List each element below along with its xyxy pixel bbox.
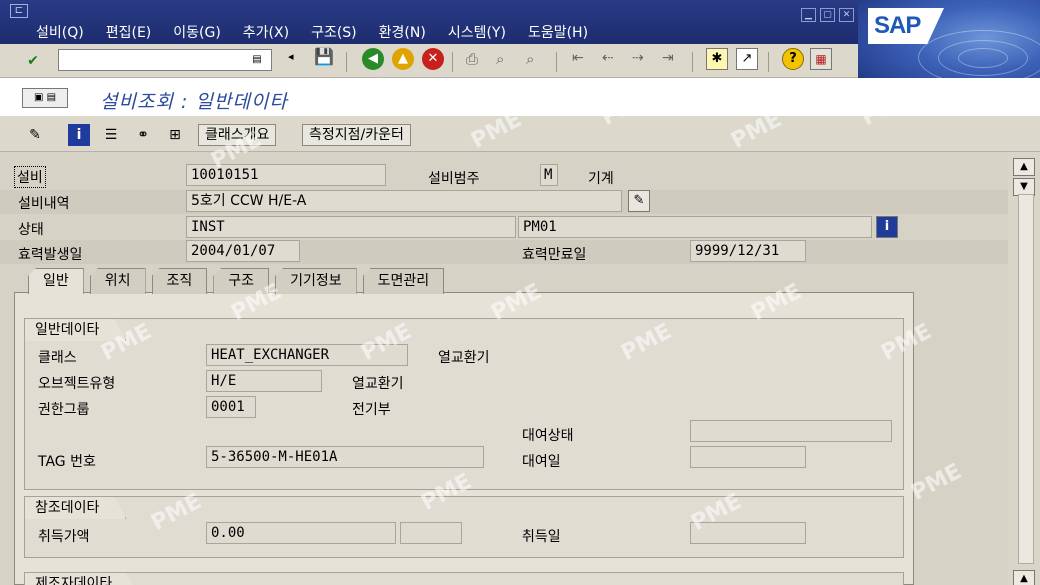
hierarchy-icon[interactable]: ⊞ <box>164 124 186 146</box>
maximize-icon[interactable]: ▢ <box>820 8 835 22</box>
find-icon[interactable]: ⌕ <box>496 50 504 68</box>
cancel-icon[interactable]: ✕ <box>422 48 444 70</box>
tag-number-label: TAG 번호 <box>38 454 96 470</box>
auth-group-text: 전기부 <box>352 402 391 418</box>
sap-logo: SAP <box>868 8 944 44</box>
enter-check-icon[interactable]: ✔ <box>22 50 44 72</box>
rental-status-field[interactable] <box>690 420 892 442</box>
display-change-icon[interactable]: ✎ <box>24 124 46 146</box>
long-text-icon[interactable]: ✎ <box>628 190 650 212</box>
previous-page-icon[interactable]: ⇠ <box>602 50 614 66</box>
menu-edit[interactable]: 편집(E) <box>106 22 152 42</box>
category-code-field[interactable]: M <box>540 164 558 186</box>
menu-structure[interactable]: 구조(S) <box>311 22 357 42</box>
title-bar: ▣ ▤ 설비조회 : 일반데이타 <box>0 78 1040 116</box>
acquisition-date-label: 취득일 <box>522 529 561 545</box>
equipment-field[interactable]: 10010151 <box>186 164 386 186</box>
application-toolbar: ✎ i ☰ ⚭ ⊞ 클래스개요 측정지점/카운터 <box>0 116 1040 152</box>
menu-goto[interactable]: 이동(G) <box>173 22 221 42</box>
menu-help[interactable]: 도움말(H) <box>528 22 588 42</box>
rental-status-label: 대여상태 <box>522 428 574 444</box>
page-title: 설비조회 : 일반데이타 <box>100 91 288 113</box>
measuring-point-button[interactable]: 측정지점/카운터 <box>302 124 411 146</box>
tab-structure[interactable]: 구조 <box>213 268 270 294</box>
general-data-title: 일반데이타 <box>25 319 127 341</box>
list-icon[interactable]: ☰ <box>100 124 122 146</box>
first-page-icon[interactable]: ⇤ <box>572 50 584 66</box>
menu-list: 설비(Q) 편집(E) 이동(G) 추가(X) 구조(S) 환경(N) 시스템(… <box>36 22 610 42</box>
tab-organization[interactable]: 조직 <box>151 268 208 294</box>
status-field[interactable]: INST <box>186 216 516 238</box>
menu-equipment[interactable]: 설비(Q) <box>36 22 84 42</box>
command-history-icon[interactable]: ▤ <box>248 52 266 68</box>
menu-extras[interactable]: 추가(X) <box>243 22 289 42</box>
equipment-label: 설비 <box>14 166 46 188</box>
scroll-down-icon[interactable]: ▲ <box>1013 570 1035 585</box>
rental-date-field[interactable] <box>690 446 806 468</box>
menu-system[interactable]: 시스템(Y) <box>448 22 506 42</box>
vertical-scrollbar[interactable]: ▲ ▼ ▲ <box>1008 152 1040 585</box>
tag-number-field[interactable]: 5-36500-M-HE01A <box>206 446 484 468</box>
toolbar-left-arrow-icon[interactable]: ◂ <box>288 50 294 63</box>
layout-menu-icon[interactable]: ▦ <box>810 48 832 70</box>
binoculars-icon[interactable]: ⚭ <box>132 124 154 146</box>
acquisition-value-label: 취득가액 <box>38 529 90 545</box>
command-field[interactable] <box>58 49 272 71</box>
auth-group-field[interactable]: 0001 <box>206 396 256 418</box>
class-text: 열교환기 <box>438 350 490 366</box>
window-menu-icon[interactable]: ⊏ <box>10 4 28 18</box>
tab-location[interactable]: 위치 <box>89 268 146 294</box>
menu-environment[interactable]: 환경(N) <box>379 22 426 42</box>
valid-from-field[interactable]: 2004/01/07 <box>186 240 300 262</box>
next-page-icon[interactable]: ⇢ <box>632 50 644 66</box>
window-controls: ▁ ▢ ✕ <box>801 8 854 22</box>
rental-date-label: 대여일 <box>522 454 561 470</box>
status-info-icon[interactable]: i <box>876 216 898 238</box>
currency-field[interactable] <box>400 522 462 544</box>
find-next-icon[interactable]: ⌕ <box>526 50 534 68</box>
class-field[interactable]: HEAT_EXCHANGER <box>206 344 408 366</box>
tab-strip: 일반 위치 조직 구조 기기정보 도면관리 <box>28 268 450 294</box>
tab-drawing-management[interactable]: 도면관리 <box>362 268 445 294</box>
save-icon[interactable]: 💾 <box>314 47 334 66</box>
title-menu-icon[interactable]: ▣ ▤ <box>22 88 68 108</box>
reference-data-title: 참조데이타 <box>25 497 127 519</box>
class-overview-button[interactable]: 클래스개요 <box>198 124 277 146</box>
scroll-up-icon[interactable]: ▲ <box>1013 158 1035 176</box>
back-icon[interactable]: ◀ <box>362 48 384 70</box>
exit-icon[interactable]: ▲ <box>392 48 414 70</box>
tab-equipment-info[interactable]: 기기정보 <box>275 268 357 294</box>
info-icon[interactable]: i <box>68 124 90 146</box>
description-field[interactable]: 5호기 CCW H/E-A <box>186 190 622 212</box>
minimize-icon[interactable]: ▁ <box>801 8 816 22</box>
category-label: 설비범주 <box>428 171 480 187</box>
manufacturer-data-group: 제조자데이타 <box>24 572 904 585</box>
object-type-label: 오브젝트유형 <box>38 376 116 392</box>
shortcut-icon[interactable]: ↗ <box>736 48 758 70</box>
scroll-track[interactable] <box>1018 194 1034 564</box>
status-label: 상태 <box>18 222 44 238</box>
user-status-field[interactable]: PM01 <box>518 216 872 238</box>
help-icon[interactable]: ? <box>782 48 804 70</box>
print-icon[interactable]: ⎙ <box>466 50 478 68</box>
auth-group-label: 권한그룹 <box>38 402 90 418</box>
tab-general[interactable]: 일반 <box>28 268 84 294</box>
object-type-field[interactable]: H/E <box>206 370 322 392</box>
class-label: 클래스 <box>38 350 77 366</box>
close-window-icon[interactable]: ✕ <box>839 8 854 22</box>
new-session-icon[interactable]: ✱ <box>706 48 728 70</box>
manufacturer-data-title: 제조자데이타 <box>25 573 140 585</box>
valid-from-label: 효력발생일 <box>18 247 83 263</box>
valid-to-label: 효력만료일 <box>522 247 587 263</box>
object-type-text: 열교환기 <box>352 376 404 392</box>
description-label: 설비내역 <box>18 196 70 212</box>
category-text: 기계 <box>588 171 614 187</box>
acquisition-date-field[interactable] <box>690 522 806 544</box>
valid-to-field[interactable]: 9999/12/31 <box>690 240 806 262</box>
last-page-icon[interactable]: ⇥ <box>662 50 674 66</box>
acquisition-value-field[interactable]: 0.00 <box>206 522 396 544</box>
